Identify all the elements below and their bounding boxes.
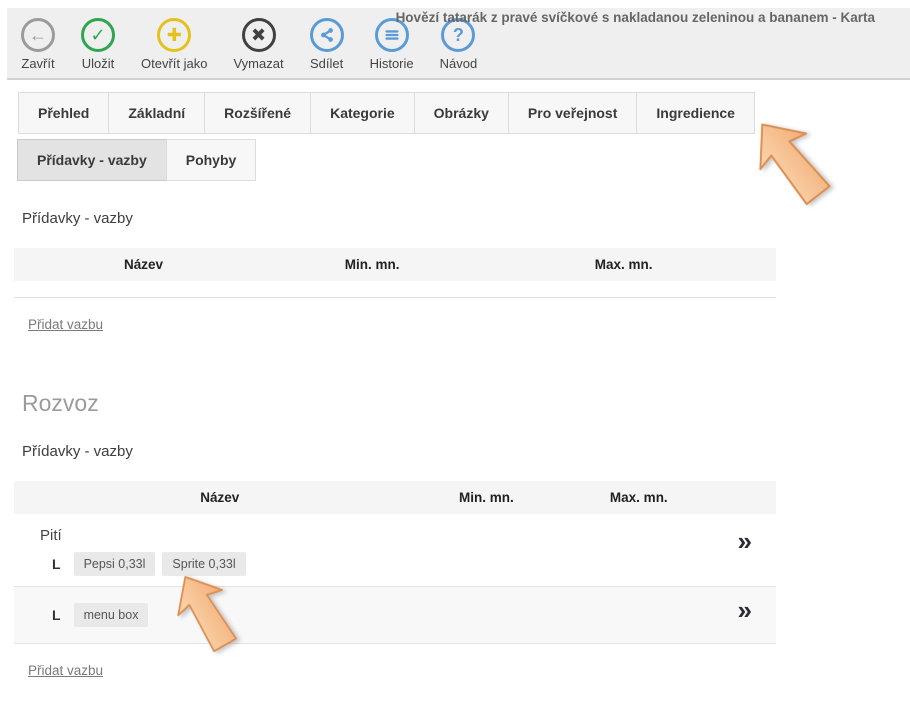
group-label-piti: Pití <box>14 514 776 544</box>
tab-rozsirene[interactable]: Rozšířené <box>204 92 311 134</box>
history-button[interactable]: Historie <box>370 18 414 71</box>
guide-button[interactable]: ? Návod <box>440 18 478 71</box>
expand-row-button[interactable]: » <box>738 528 752 554</box>
tag-menu-box: menu box <box>74 603 149 627</box>
tag-sprite: Sprite 0,33l <box>162 552 245 576</box>
delete-button[interactable]: ✖ Vymazat <box>233 18 283 71</box>
tab-bar: Přehled Základní Rozšířené Kategorie Obr… <box>18 92 878 186</box>
branch-row: L Pepsi 0,33l Sprite 0,33l <box>52 552 776 576</box>
column-header-nazev: Název <box>14 490 425 505</box>
section-heading-rozvoz: Rozvoz <box>22 390 776 417</box>
table-header: Název Min. mn. Max. mn. <box>14 481 776 514</box>
tab-prehled[interactable]: Přehled <box>18 92 109 134</box>
tab-kategorie[interactable]: Kategorie <box>310 92 415 134</box>
branch-row: L menu box <box>52 603 155 627</box>
guide-button-label: Návod <box>440 56 478 71</box>
page-title: Hovězí tatarák z pravé svíčkové s naklad… <box>396 10 875 25</box>
main-content: Přídavky - vazby Název Min. mn. Max. mn.… <box>14 196 776 680</box>
share-button[interactable]: Sdílet <box>310 18 344 71</box>
history-button-label: Historie <box>370 56 414 71</box>
open-as-button-label: Otevřít jako <box>141 56 207 71</box>
column-header-nazev: Název <box>14 257 273 272</box>
tab-pridavky-vazby[interactable]: Přídavky - vazby <box>17 139 167 181</box>
column-header-min-mn: Min. mn. <box>425 490 547 505</box>
tab-pro-verejnost[interactable]: Pro veřejnost <box>508 92 637 134</box>
tag-pepsi: Pepsi 0,33l <box>74 552 156 576</box>
subsection-heading-pridavky-vazby: Přídavky - vazby <box>22 443 776 460</box>
open-as-button[interactable]: ✚ Otevřít jako <box>141 18 207 71</box>
branch-icon: L <box>52 556 61 572</box>
tab-ingredience[interactable]: Ingredience <box>636 92 755 134</box>
table-row: L menu box » <box>14 587 776 644</box>
section-heading-pridavky-vazby: Přídavky - vazby <box>22 210 776 227</box>
check-icon: ✓ <box>81 18 115 52</box>
column-header-max-mn: Max. mn. <box>547 490 730 505</box>
branch-icon: L <box>52 607 61 623</box>
add-link[interactable]: Přidat vazbu <box>28 317 103 332</box>
plus-icon: ✚ <box>157 18 191 52</box>
table-header: Název Min. mn. Max. mn. <box>14 248 776 281</box>
add-link[interactable]: Přidat vazbu <box>28 663 103 678</box>
column-header-min-mn: Min. mn. <box>273 257 471 272</box>
x-icon: ✖ <box>242 18 276 52</box>
back-arrow-icon: ← <box>21 18 55 52</box>
tab-obrazky[interactable]: Obrázky <box>414 92 509 134</box>
share-button-label: Sdílet <box>310 56 343 71</box>
close-button[interactable]: ← Zavřít <box>21 18 55 71</box>
delete-button-label: Vymazat <box>233 56 283 71</box>
empty-table-body <box>14 281 776 298</box>
column-header-max-mn: Max. mn. <box>471 257 776 272</box>
save-button-label: Uložit <box>82 56 115 71</box>
expand-row-button[interactable]: » <box>738 597 752 623</box>
share-icon <box>310 18 344 52</box>
tab-pohyby[interactable]: Pohyby <box>166 139 257 181</box>
save-button[interactable]: ✓ Uložit <box>81 18 115 71</box>
tab-zakladni[interactable]: Základní <box>108 92 205 134</box>
close-button-label: Zavřít <box>21 56 54 71</box>
table-row: Pití L Pepsi 0,33l Sprite 0,33l » <box>14 514 776 587</box>
